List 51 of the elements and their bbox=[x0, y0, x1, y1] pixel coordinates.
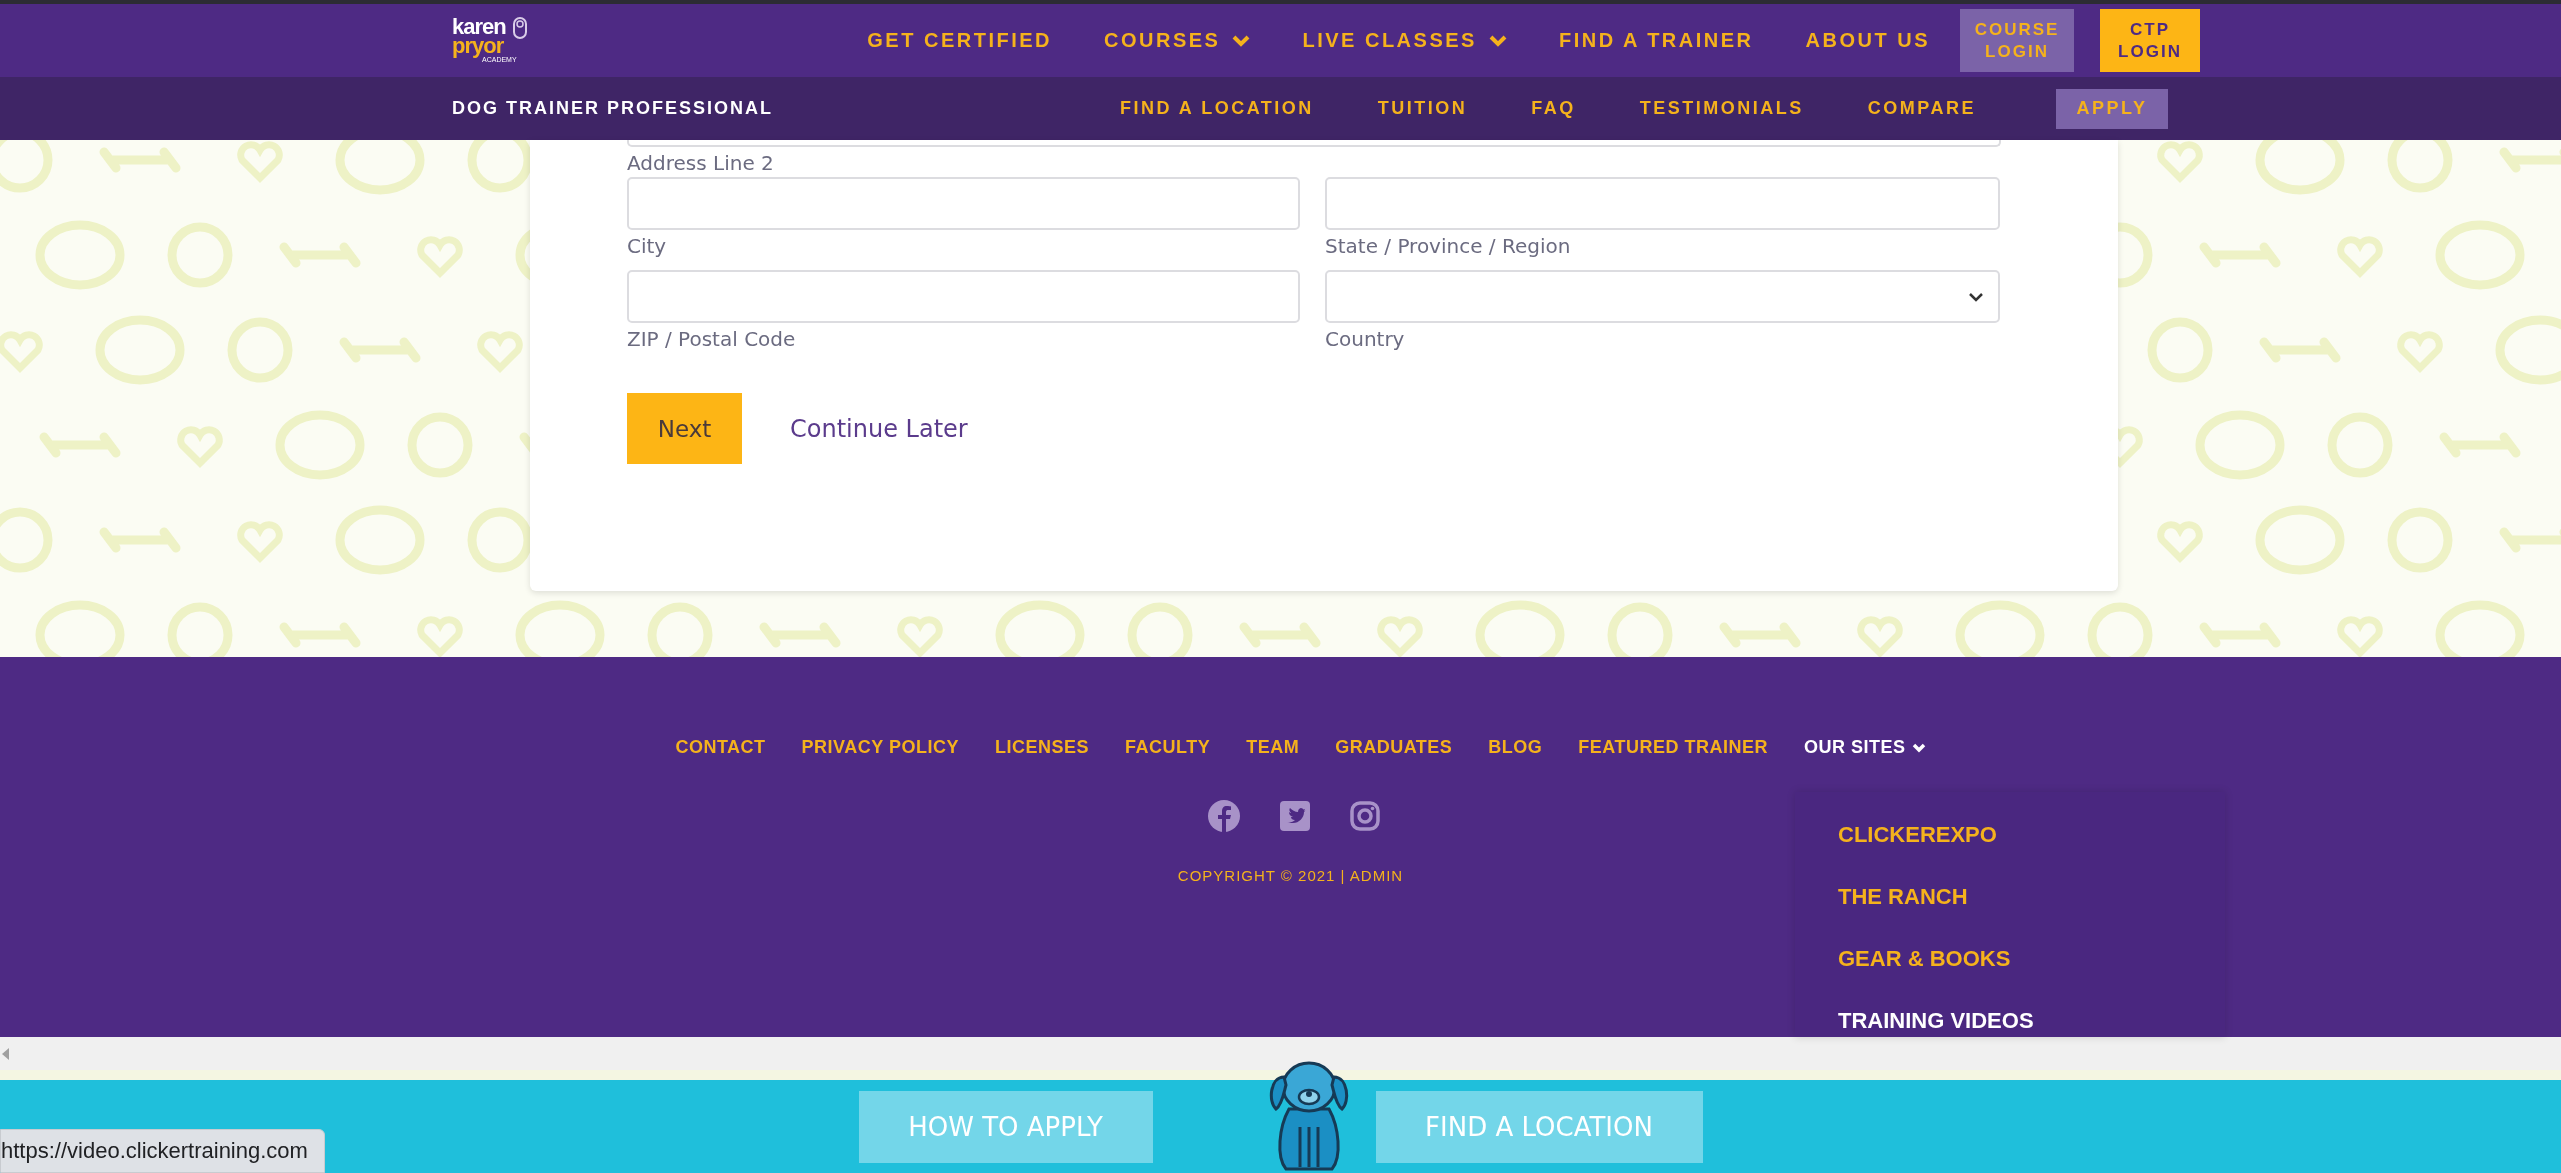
instagram-icon[interactable] bbox=[1349, 801, 1380, 831]
input-field[interactable] bbox=[627, 177, 1300, 230]
logo-text: pryor bbox=[452, 36, 504, 56]
nav-link[interactable]: COURSES bbox=[1104, 29, 1251, 52]
menu-item[interactable]: TRAINING VIDEOS bbox=[1838, 1008, 2225, 1034]
menu-item[interactable]: THE RANCH bbox=[1838, 884, 2225, 910]
nav-link[interactable]: GET CERTIFIED bbox=[867, 29, 1053, 52]
field-label: State / Province / Region bbox=[1325, 234, 1572, 258]
field-label: Address Line 2 bbox=[627, 151, 775, 175]
field-label: City bbox=[627, 234, 668, 258]
copyright-text: COPYRIGHT © 2021 | ADMIN bbox=[1177, 867, 1404, 884]
footer-link[interactable]: FEATURED TRAINER bbox=[1578, 737, 1769, 758]
nav-link[interactable]: FIND A TRAINER bbox=[1558, 29, 1754, 52]
subnav-link[interactable]: FAQ bbox=[1531, 98, 1576, 119]
country-select[interactable] bbox=[1325, 270, 2000, 323]
footer-link[interactable]: LICENSES bbox=[995, 737, 1089, 758]
footer-link[interactable]: TEAM bbox=[1246, 737, 1300, 758]
clicker-icon bbox=[512, 15, 528, 40]
field-label: ZIP / Postal Code bbox=[627, 327, 797, 351]
menu-item[interactable]: CLICKEREXPO bbox=[1838, 822, 2225, 848]
scroll-left-icon[interactable] bbox=[2, 1047, 10, 1060]
program-title: DOG TRAINER PROFESSIONAL bbox=[452, 98, 773, 119]
twitter-icon[interactable] bbox=[1279, 801, 1310, 831]
footer-link[interactable]: PRIVACY POLICY bbox=[801, 737, 959, 758]
menu-item[interactable]: GEAR & BOOKS bbox=[1838, 946, 2225, 972]
logo-text: karen bbox=[452, 17, 506, 37]
horizontal-scrollbar[interactable] bbox=[0, 1037, 2561, 1070]
footer-link[interactable]: FACULTY bbox=[1125, 737, 1211, 758]
subnav-link[interactable]: TESTIMONIALS bbox=[1639, 98, 1804, 119]
footer-link[interactable]: GRADUATES bbox=[1335, 737, 1453, 758]
our-sites-menu[interactable]: OUR SITES bbox=[1804, 737, 1926, 758]
nav-link[interactable]: ABOUT US bbox=[1805, 29, 1930, 52]
input-field[interactable] bbox=[1325, 177, 2000, 230]
input-field[interactable] bbox=[627, 270, 1300, 323]
continue-later-link[interactable]: Continue Later bbox=[790, 414, 968, 443]
field-label: Country bbox=[1325, 327, 1406, 351]
next-button[interactable]: Next bbox=[627, 393, 742, 464]
status-url: https://video.clickertraining.com bbox=[0, 1129, 325, 1173]
ctp-login-button[interactable]: CTP LOGIN bbox=[2100, 9, 2200, 72]
chevron-down-icon bbox=[1488, 34, 1507, 47]
chevron-down-icon bbox=[1968, 291, 1984, 302]
subnav-link[interactable]: FIND A LOCATION bbox=[1120, 98, 1314, 119]
footer-link[interactable]: BLOG bbox=[1488, 737, 1543, 758]
subnav-link[interactable]: TUITION bbox=[1377, 98, 1468, 119]
nav-link[interactable]: LIVE CLASSES bbox=[1302, 29, 1507, 52]
footer-link[interactable]: CONTACT bbox=[675, 737, 766, 758]
chevron-down-icon bbox=[1911, 742, 1926, 753]
chevron-down-icon bbox=[1232, 34, 1251, 47]
subnav-link[interactable]: COMPARE bbox=[1867, 98, 1976, 119]
input-field[interactable] bbox=[627, 140, 2001, 147]
facebook-icon[interactable] bbox=[1207, 800, 1240, 832]
